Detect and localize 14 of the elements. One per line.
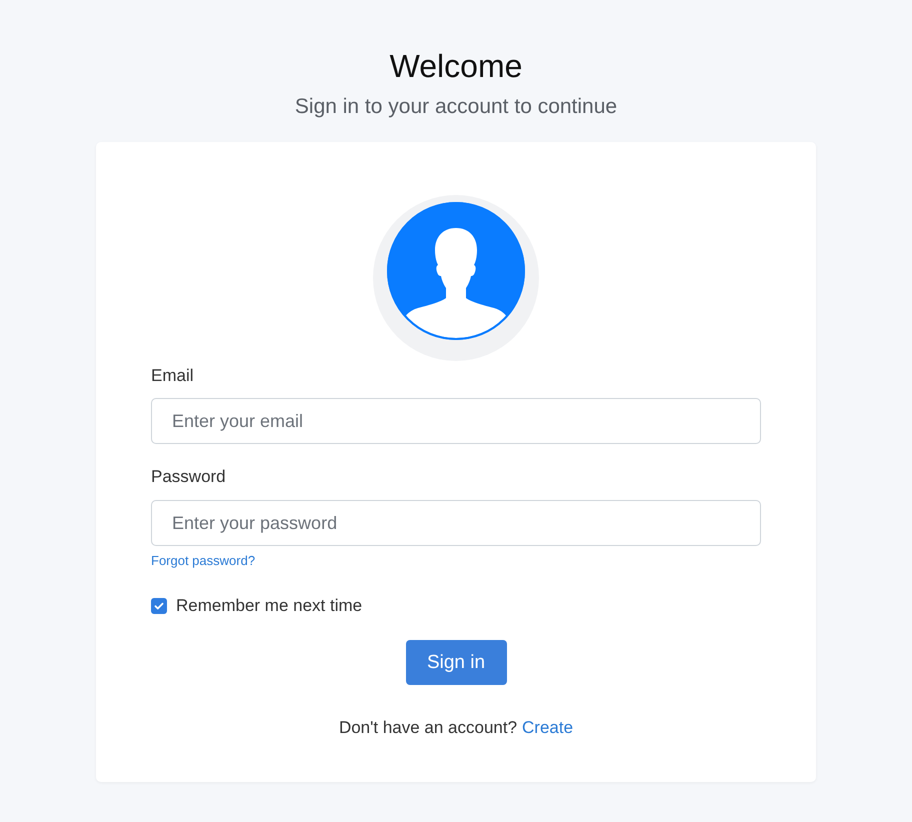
forgot-password-link[interactable]: Forgot password?	[151, 553, 256, 568]
account-prompt: Don't have an account?	[338, 718, 518, 738]
checkmark-icon	[153, 600, 165, 612]
sign-in-button[interactable]: Sign in	[406, 640, 506, 685]
password-field[interactable]: Enter your password	[151, 500, 761, 546]
email-field[interactable]: Enter your email	[151, 398, 761, 444]
remember-label: Remember me next time	[176, 596, 362, 616]
page-subtitle: Sign in to your account to continue	[294, 94, 618, 120]
email-label: Email	[151, 365, 194, 387]
remember-checkbox[interactable]	[151, 598, 167, 614]
create-account-link[interactable]: Create	[522, 718, 574, 738]
user-avatar-icon	[373, 195, 539, 361]
page-title: Welcome	[390, 47, 522, 86]
password-label: Password	[151, 466, 226, 488]
